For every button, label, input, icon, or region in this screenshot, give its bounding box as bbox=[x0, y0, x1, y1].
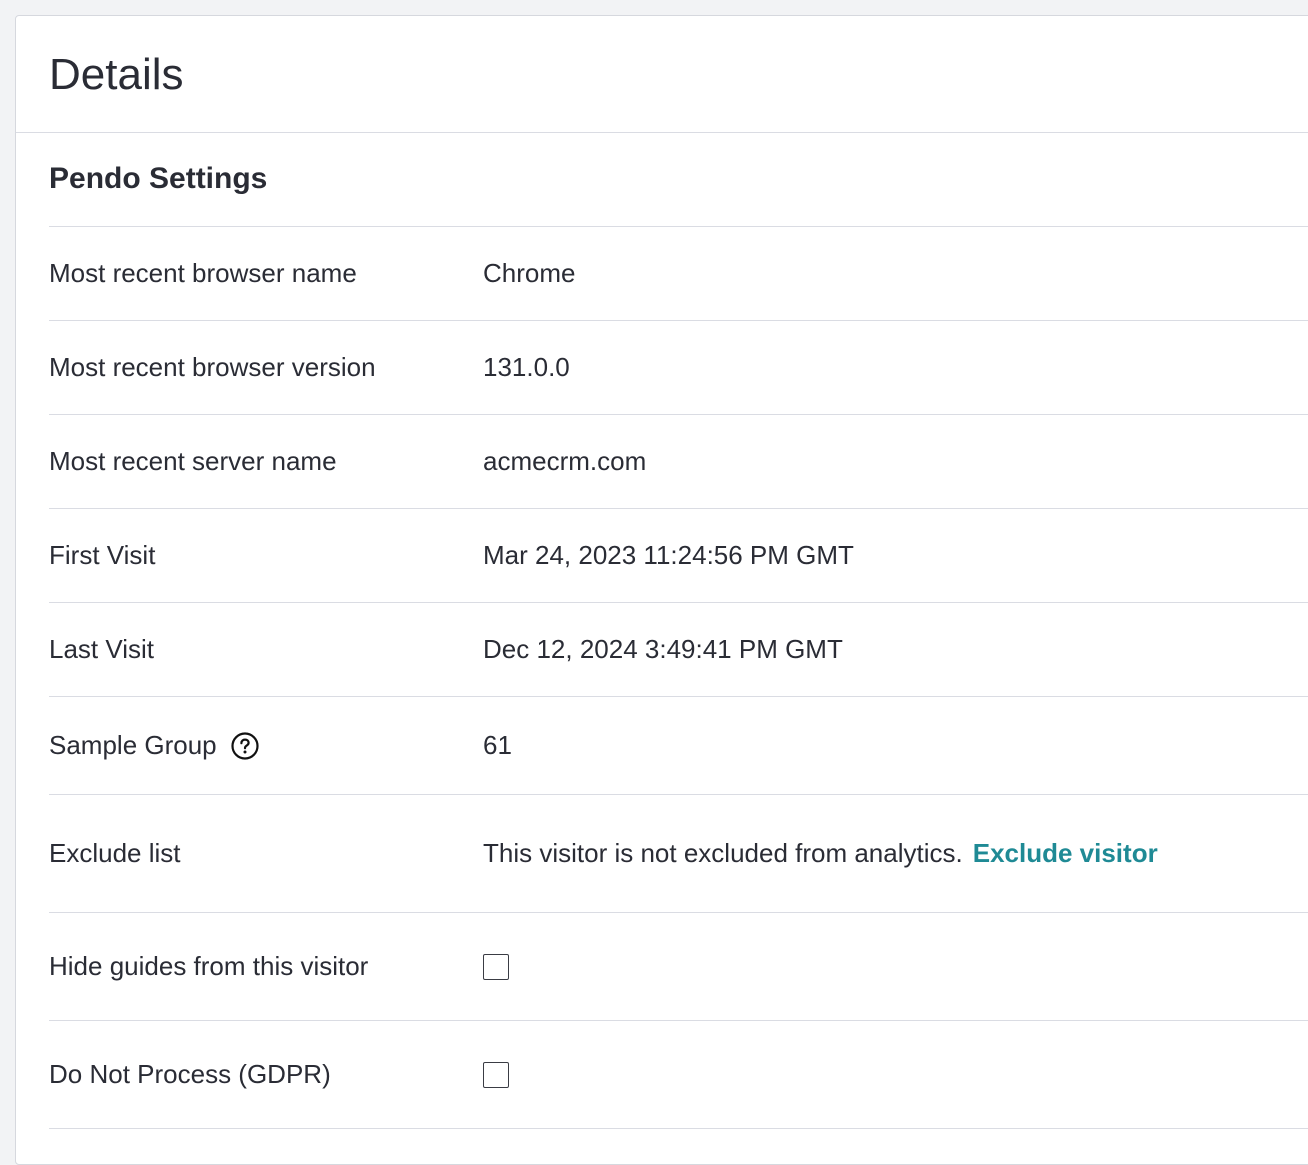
row-label: First Visit bbox=[49, 540, 156, 570]
row-first-visit: First Visit Mar 24, 2023 11:24:56 PM GMT bbox=[49, 509, 1308, 603]
row-sample-group: Sample Group 61 bbox=[49, 697, 1308, 795]
row-label: Last Visit bbox=[49, 634, 155, 664]
row-label: Most recent browser version bbox=[49, 352, 376, 382]
pendo-settings-section: Pendo Settings Most recent browser name … bbox=[16, 133, 1308, 1129]
row-value: 61 bbox=[483, 730, 512, 760]
row-value-container bbox=[483, 953, 509, 980]
row-label: Exclude list bbox=[49, 838, 181, 868]
row-label: Sample Group bbox=[49, 730, 217, 760]
row-label: Most recent server name bbox=[49, 446, 337, 476]
row-browser-name: Most recent browser name Chrome bbox=[49, 227, 1308, 321]
do-not-process-checkbox[interactable] bbox=[483, 1061, 509, 1088]
row-hide-guides: Hide guides from this visitor bbox=[49, 913, 1308, 1021]
row-server-name: Most recent server name acmecrm.com bbox=[49, 415, 1308, 509]
row-value-container bbox=[483, 1061, 509, 1088]
row-last-visit: Last Visit Dec 12, 2024 3:49:41 PM GMT bbox=[49, 603, 1308, 697]
row-value: Mar 24, 2023 11:24:56 PM GMT bbox=[483, 540, 854, 570]
help-circle-icon[interactable] bbox=[231, 731, 259, 760]
section-title: Pendo Settings bbox=[49, 133, 1308, 227]
row-value: 131.0.0 bbox=[483, 352, 570, 382]
row-value-container: This visitor is not excluded from analyt… bbox=[483, 838, 1158, 869]
row-exclude-list: Exclude list This visitor is not exclude… bbox=[49, 795, 1308, 913]
row-value: acmecrm.com bbox=[483, 446, 647, 476]
exclude-visitor-link[interactable]: Exclude visitor bbox=[973, 838, 1158, 869]
row-label-container: Sample Group bbox=[49, 730, 483, 761]
card-header: Details bbox=[16, 16, 1308, 133]
exclude-status-text: This visitor is not excluded from analyt… bbox=[483, 838, 963, 868]
card-title: Details bbox=[49, 50, 184, 99]
row-label: Hide guides from this visitor bbox=[49, 951, 369, 981]
row-do-not-process: Do Not Process (GDPR) bbox=[49, 1021, 1308, 1129]
row-value: Chrome bbox=[483, 258, 576, 288]
details-card: Details Pendo Settings Most recent brows… bbox=[15, 15, 1308, 1165]
row-label: Do Not Process (GDPR) bbox=[49, 1059, 331, 1089]
row-browser-version: Most recent browser version 131.0.0 bbox=[49, 321, 1308, 415]
row-label: Most recent browser name bbox=[49, 258, 357, 288]
hide-guides-checkbox[interactable] bbox=[483, 953, 509, 980]
row-value: Dec 12, 2024 3:49:41 PM GMT bbox=[483, 634, 843, 664]
